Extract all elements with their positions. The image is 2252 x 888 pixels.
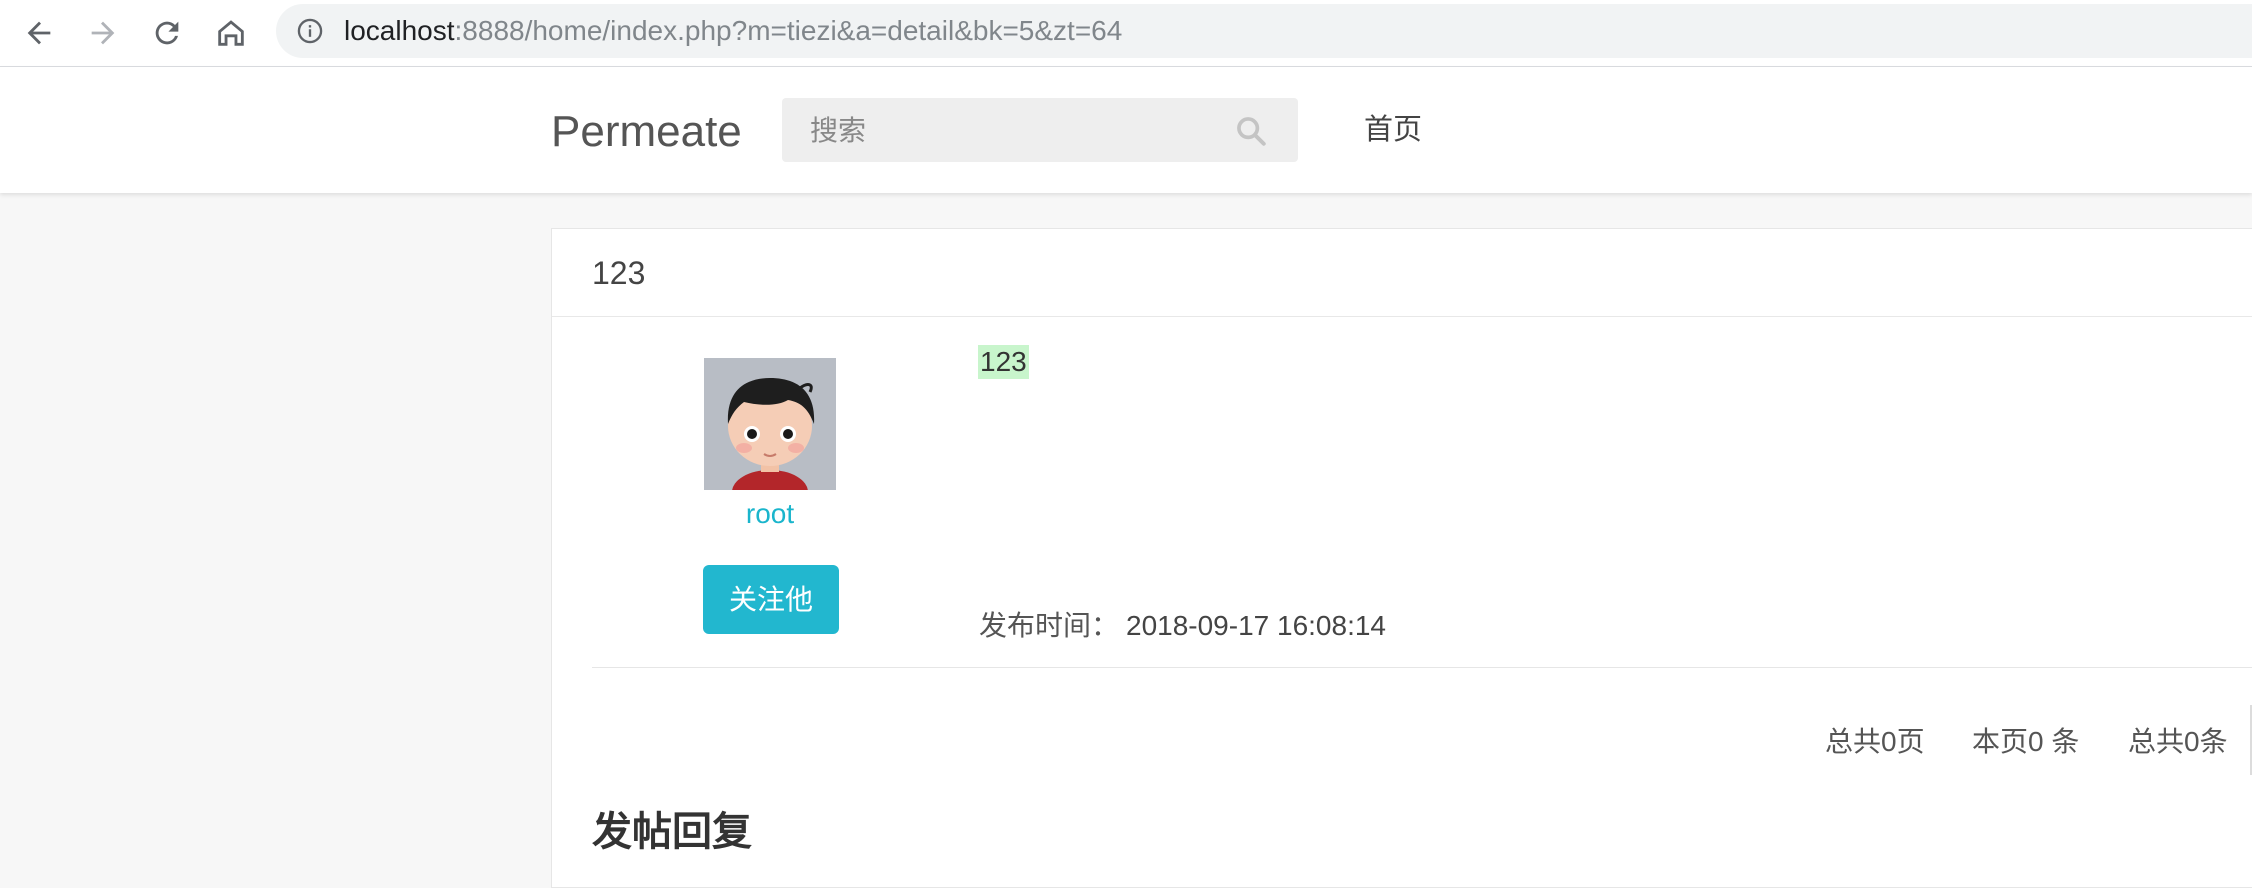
reply-section-title: 发帖回复 [592,810,752,854]
forward-button[interactable] [78,8,128,58]
post-title-bar: 123 [552,229,2252,317]
pagination-total-items: 总共0条 [2128,726,2228,757]
search-box [782,98,1298,164]
arrow-right-icon [91,21,115,45]
nav-home-link[interactable]: 首页 [1364,113,1422,147]
search-icon[interactable] [1234,114,1268,148]
url-host: localhost [344,15,455,46]
search-input[interactable] [808,98,1232,164]
home-icon [218,20,244,46]
pagination-this-page: 本页0 条 [1972,726,2080,757]
author-username-link[interactable]: root [692,497,848,531]
post-content: 123 [978,345,1029,379]
divider [592,667,2252,668]
browser-toolbar: localhost:8888/home/index.php?m=tiezi&a=… [0,0,2252,67]
arrow-left-icon [27,21,51,45]
address-bar[interactable]: localhost:8888/home/index.php?m=tiezi&a=… [276,4,2252,58]
home-button[interactable] [206,8,256,58]
post-title: 123 [592,255,646,291]
cartoon-avatar-image [704,358,836,490]
publish-time-value: 2018-09-17 16:08:14 [1126,610,1386,641]
url-text[interactable]: localhost:8888/home/index.php?m=tiezi&a=… [344,15,1122,47]
reload-button[interactable] [142,8,192,58]
url-path: :8888/home/index.php?m=tiezi&a=detail&bk… [454,15,1123,46]
publish-time-label: 发布时间： [979,610,1120,641]
info-icon[interactable] [296,17,324,45]
reload-icon [155,21,179,45]
follow-button[interactable]: 关注他 [703,565,839,634]
pagination-total-pages: 总共0页 [1825,726,1925,757]
site-header: Permeate 首页 [0,67,2252,193]
site-logo[interactable]: Permeate [551,107,742,157]
back-button[interactable] [14,8,64,58]
avatar[interactable] [704,358,836,490]
post-card: 123 root 关注他 123 发布时间： 2018-09-17 16:08:… [551,228,2252,888]
